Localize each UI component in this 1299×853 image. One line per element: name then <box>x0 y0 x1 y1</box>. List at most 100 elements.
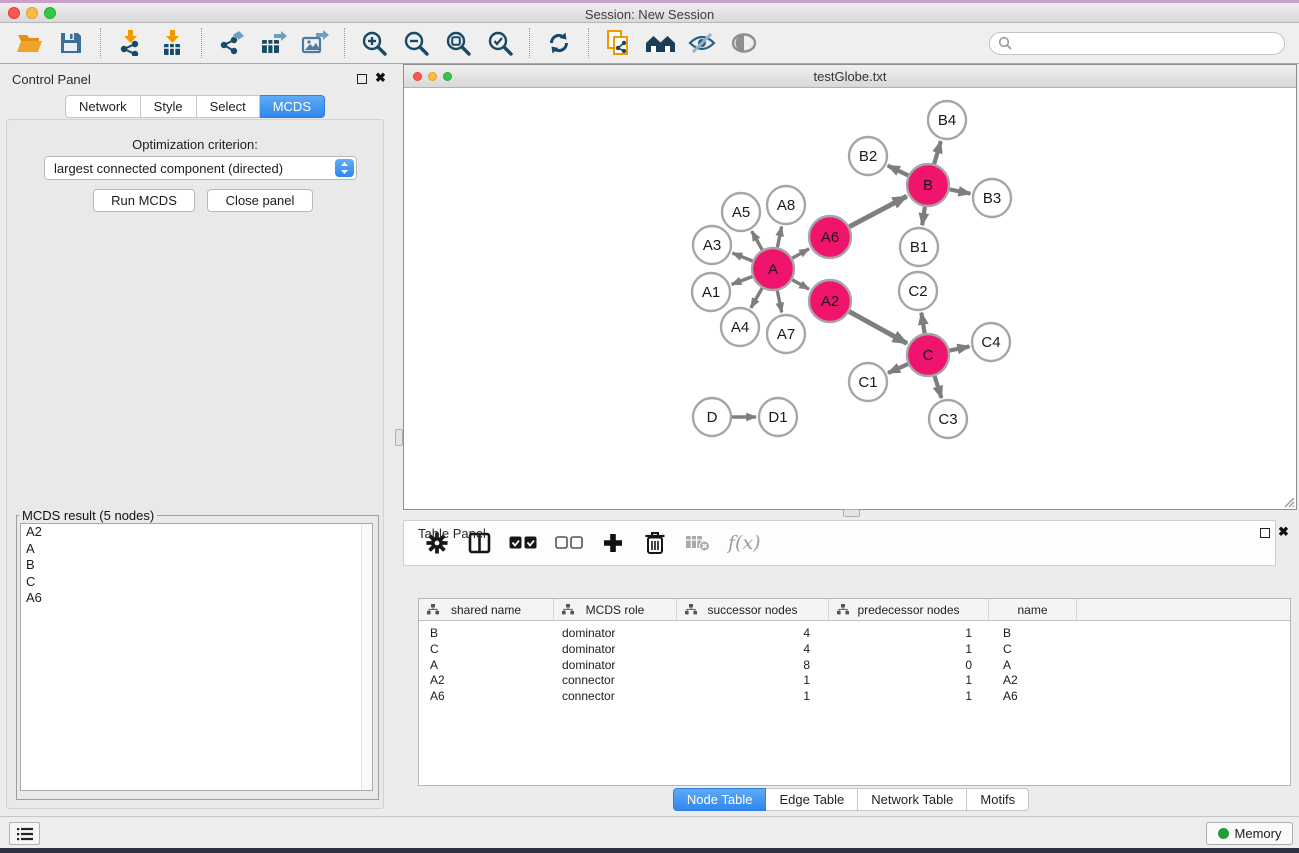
graph-edge[interactable] <box>950 189 971 193</box>
table-cell: 1 <box>829 626 989 642</box>
search-box[interactable] <box>989 32 1285 55</box>
export-network-icon[interactable] <box>214 27 248 59</box>
graph-edge[interactable] <box>777 227 781 248</box>
table-cell: B <box>989 626 1077 642</box>
graph-node-label: B2 <box>859 148 877 165</box>
table-row[interactable]: A6connector11A6 <box>419 689 1290 705</box>
export-image-icon[interactable] <box>298 27 332 59</box>
task-history-button[interactable] <box>9 822 40 845</box>
save-icon[interactable] <box>54 27 88 59</box>
optimization-criterion-label: Optimization criterion: <box>7 137 383 152</box>
trash-icon[interactable] <box>643 528 667 558</box>
chevron-up-down-icon <box>335 159 354 177</box>
zoom-selected-icon[interactable] <box>483 27 517 59</box>
graph-node-label: A5 <box>732 204 750 221</box>
plus-icon[interactable] <box>601 528 625 558</box>
graph-node-label: A7 <box>777 326 795 343</box>
tab-network-table[interactable]: Network Table <box>858 788 967 811</box>
horizontal-divider-grip[interactable] <box>843 509 860 517</box>
column-header-shared-name[interactable]: shared name <box>419 599 554 621</box>
tab-motifs[interactable]: Motifs <box>967 788 1029 811</box>
import-table-icon[interactable] <box>155 27 189 59</box>
mcds-result-title: MCDS result (5 nodes) <box>19 508 157 523</box>
table-row[interactable]: Cdominator41C <box>419 642 1290 658</box>
houses-icon[interactable] <box>643 27 677 59</box>
tab-style[interactable]: Style <box>141 95 197 118</box>
eye-icon[interactable] <box>727 27 761 59</box>
import-network-icon[interactable] <box>113 27 147 59</box>
table-cell: C <box>989 642 1077 658</box>
mcds-result-item[interactable]: B <box>21 557 372 574</box>
eye-slash-icon[interactable] <box>685 27 719 59</box>
column-header-predecessor-nodes[interactable]: predecessor nodes <box>829 599 989 621</box>
column-header-mcds-role[interactable]: MCDS role <box>554 599 677 621</box>
select-all-icon[interactable] <box>509 528 537 558</box>
memory-status-icon <box>1218 828 1229 839</box>
tab-select[interactable]: Select <box>197 95 260 118</box>
graph-edge[interactable] <box>777 291 781 313</box>
table-row[interactable]: A2connector11A2 <box>419 673 1290 689</box>
export-table-icon[interactable] <box>256 27 290 59</box>
graph-edge[interactable] <box>849 312 907 344</box>
mcds-result-item[interactable]: A <box>21 541 372 558</box>
graph-edge[interactable] <box>792 280 809 289</box>
mcds-result-list[interactable]: A2ABCA6 <box>20 523 373 791</box>
graph-edge[interactable] <box>849 196 906 226</box>
vertical-divider-grip[interactable] <box>395 429 403 446</box>
graph-edge[interactable] <box>752 231 762 250</box>
graph-edge[interactable] <box>732 253 752 261</box>
mcds-result-item[interactable]: C <box>21 574 372 591</box>
graph-edge[interactable] <box>732 277 753 285</box>
zoom-in-icon[interactable] <box>357 27 391 59</box>
table-cell: 1 <box>677 673 829 689</box>
network-graph-canvas[interactable]: AA1A2A3A4A5A6A7A8BB1B2B3B4CC1C2C3C4DD1 <box>404 88 1296 509</box>
table-row[interactable]: Bdominator41B <box>419 626 1290 642</box>
zoom-out-icon[interactable] <box>399 27 433 59</box>
memory-button[interactable]: Memory <box>1206 822 1293 845</box>
mcds-result-item[interactable]: A6 <box>21 590 372 607</box>
float-panel-icon[interactable] <box>1260 528 1270 538</box>
graph-edge[interactable] <box>751 288 762 308</box>
table-cell: 1 <box>677 689 829 705</box>
table-cell: A2 <box>989 673 1077 689</box>
table-panel: Table Panel ✖ f(x) s <box>403 520 1299 816</box>
graph-edge[interactable] <box>935 376 942 398</box>
graph-edge[interactable] <box>922 207 925 225</box>
close-panel-icon[interactable]: ✖ <box>1278 527 1289 537</box>
graph-edge[interactable] <box>921 313 924 334</box>
toolbar-separator <box>588 28 589 58</box>
resize-grip-icon[interactable] <box>1283 496 1295 508</box>
graph-edge[interactable] <box>950 346 970 350</box>
tab-node-table[interactable]: Node Table <box>673 788 767 811</box>
toolbar-separator <box>201 28 202 58</box>
scrollbar-track[interactable] <box>361 524 372 790</box>
network-frame-titlebar[interactable]: testGlobe.txt <box>404 65 1296 88</box>
tab-edge-table[interactable]: Edge Table <box>766 788 858 811</box>
close-panel-icon[interactable]: ✖ <box>375 73 386 83</box>
graph-edge[interactable] <box>934 141 941 164</box>
float-panel-icon[interactable] <box>357 74 367 84</box>
duplicate-network-icon[interactable] <box>601 27 635 59</box>
tab-network[interactable]: Network <box>65 95 141 118</box>
table-row[interactable]: Adominator80A <box>419 658 1290 674</box>
search-input[interactable] <box>1012 36 1276 50</box>
refresh-icon[interactable] <box>542 27 576 59</box>
main-toolbar <box>0 23 1299 64</box>
close-panel-button[interactable]: Close panel <box>207 189 313 212</box>
graph-edge[interactable] <box>888 166 908 176</box>
run-mcds-button[interactable]: Run MCDS <box>93 189 195 212</box>
zoom-fit-icon[interactable] <box>441 27 475 59</box>
column-header-successor-nodes[interactable]: successor nodes <box>677 599 829 621</box>
criterion-dropdown[interactable]: largest connected component (directed) <box>44 156 357 180</box>
unselect-all-icon[interactable] <box>555 528 583 558</box>
column-header-name[interactable]: name <box>989 599 1077 621</box>
table-cell: connector <box>554 673 677 689</box>
mcds-result-item[interactable]: A2 <box>21 524 372 541</box>
graph-node-label: C3 <box>938 411 957 428</box>
network-frame-title: testGlobe.txt <box>404 69 1296 84</box>
graph-edge[interactable] <box>792 249 809 258</box>
folder-open-icon[interactable] <box>12 27 46 59</box>
graph-edge[interactable] <box>888 364 908 373</box>
tab-mcds[interactable]: MCDS <box>260 95 325 118</box>
graph-node-label: A4 <box>731 319 749 336</box>
